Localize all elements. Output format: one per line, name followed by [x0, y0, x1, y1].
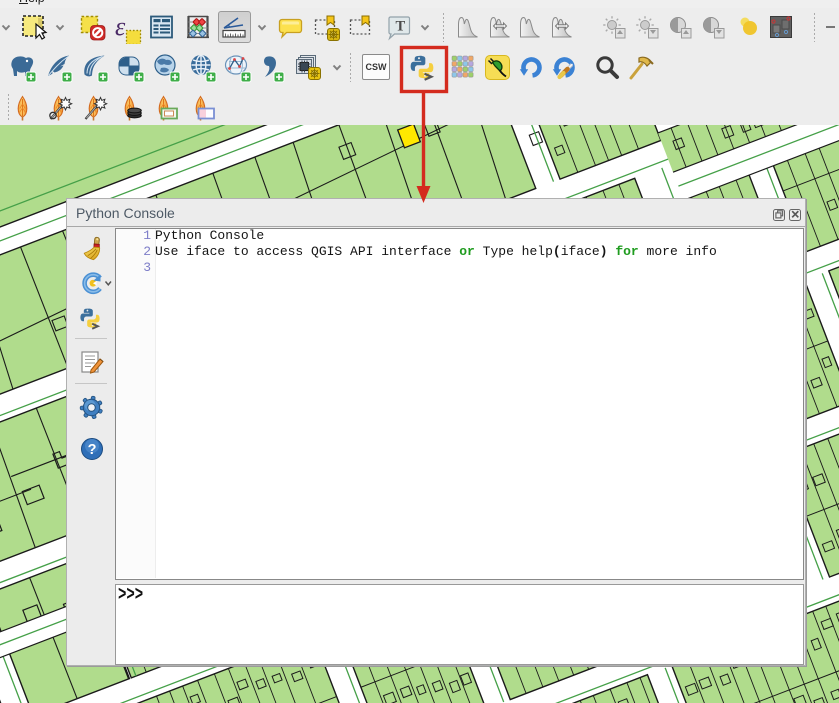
- svg-text:?: ?: [88, 442, 97, 458]
- svg-text:ε: ε: [115, 12, 126, 41]
- svg-text:T: T: [396, 19, 406, 35]
